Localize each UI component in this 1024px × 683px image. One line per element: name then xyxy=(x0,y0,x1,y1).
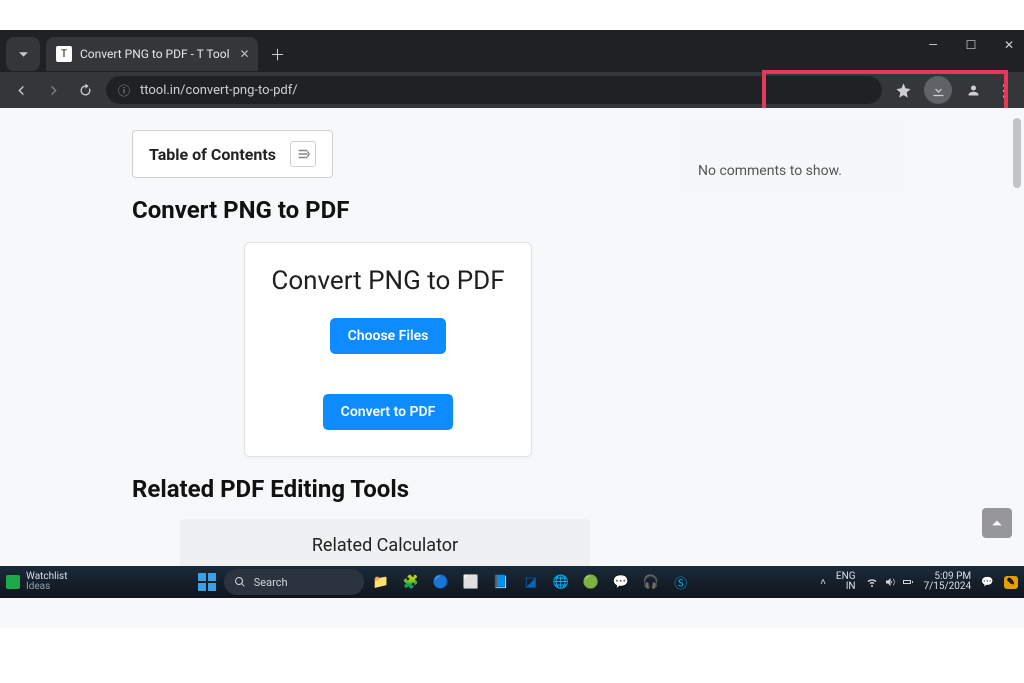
wifi-icon[interactable] xyxy=(866,576,878,588)
taskbar-app-6[interactable]: 🎧 xyxy=(638,569,664,595)
favicon-icon: T xyxy=(56,46,72,62)
tray-chevron-icon[interactable]: ˄ xyxy=(820,577,826,588)
window-close-icon[interactable]: ✕ xyxy=(1000,38,1018,52)
taskbar-app-1[interactable]: 📁 xyxy=(368,569,394,595)
taskbar-app-whatsapp[interactable]: 💬 xyxy=(608,569,634,595)
taskbar-app-2[interactable]: 🧩 xyxy=(398,569,424,595)
browser-titlebar: T Convert PNG to PDF - T Tool ✕ ＋ ― ☐ ✕ xyxy=(0,30,1024,72)
taskbar-app-5[interactable]: 🟢 xyxy=(578,569,604,595)
battery-icon[interactable] xyxy=(902,576,914,588)
window-maximize-icon[interactable]: ☐ xyxy=(962,38,980,52)
vertical-scrollbar[interactable] xyxy=(1012,112,1022,592)
nav-forward-button[interactable] xyxy=(42,79,64,101)
search-placeholder: Search xyxy=(254,576,288,589)
table-of-contents: Table of Contents xyxy=(132,130,333,178)
profile-button[interactable] xyxy=(962,79,984,101)
browser-navbar: ⓘ ttool.in/convert-png-to-pdf/ ⋮ xyxy=(0,72,1024,108)
related-subtitle: Related Calculator xyxy=(180,535,590,556)
address-bar[interactable]: ⓘ ttool.in/convert-png-to-pdf/ xyxy=(106,76,882,104)
window-minimize-icon[interactable]: ― xyxy=(924,38,942,52)
language-indicator[interactable]: ENG IN xyxy=(836,572,856,593)
toc-title: Table of Contents xyxy=(149,145,276,164)
card-title: Convert PNG to PDF xyxy=(263,265,513,298)
site-info-icon[interactable]: ⓘ xyxy=(118,82,130,99)
taskbar-app-chrome[interactable]: 🌐 xyxy=(548,569,574,595)
converter-card: Convert PNG to PDF Choose Files Convert … xyxy=(244,242,532,457)
tab-close-icon[interactable]: ✕ xyxy=(239,47,249,61)
new-tab-button[interactable]: ＋ xyxy=(264,40,292,68)
start-button[interactable] xyxy=(194,569,220,595)
page-viewport: Table of Contents Convert PNG to PDF Con… xyxy=(0,108,1024,598)
convert-to-pdf-button[interactable]: Convert to PDF xyxy=(323,394,454,430)
section-heading-convert: Convert PNG to PDF xyxy=(132,196,592,224)
section-heading-related: Related PDF Editing Tools xyxy=(132,475,592,503)
scrollbar-thumb[interactable] xyxy=(1013,118,1021,188)
browser-tab[interactable]: T Convert PNG to PDF - T Tool ✕ xyxy=(46,37,258,71)
volume-icon[interactable] xyxy=(884,576,896,588)
bookmark-star-icon[interactable] xyxy=(892,79,914,101)
nav-reload-button[interactable] xyxy=(74,79,96,101)
taskbar-app-3[interactable]: ⬜ xyxy=(458,569,484,595)
comments-sidebar: . No comments to show. xyxy=(678,118,910,197)
windows-taskbar: Watchlist Ideas Search 📁 🧩 🔵 ⬜ 📘 ◪ 🌐 🟢 💬… xyxy=(0,566,1024,598)
browser-menu-button[interactable]: ⋮ xyxy=(994,81,1014,100)
downloads-button[interactable] xyxy=(924,76,952,104)
tray-misc-icon[interactable]: ✎ xyxy=(1004,576,1018,589)
clock[interactable]: 5:09 PM 7/15/2024 xyxy=(924,572,972,593)
taskbar-app-4[interactable]: ◪ xyxy=(518,569,544,595)
url-text: ttool.in/convert-png-to-pdf/ xyxy=(140,83,298,98)
taskbar-app-edge[interactable]: 🔵 xyxy=(428,569,454,595)
notifications-icon[interactable]: 💬 xyxy=(981,577,993,588)
tab-title: Convert PNG to PDF - T Tool xyxy=(80,47,230,61)
taskbar-app-skype[interactable]: Ⓢ xyxy=(668,569,694,595)
toc-toggle-button[interactable] xyxy=(290,141,316,167)
no-comments-text: No comments to show. xyxy=(698,163,890,179)
tab-list-button[interactable] xyxy=(6,37,40,71)
nav-back-button[interactable] xyxy=(10,79,32,101)
taskbar-widget[interactable]: Watchlist Ideas xyxy=(6,572,67,592)
scroll-to-top-button[interactable] xyxy=(982,508,1012,538)
widget-sub: Ideas xyxy=(26,582,67,592)
taskbar-search[interactable]: Search xyxy=(224,569,364,595)
taskbar-app-word[interactable]: 📘 xyxy=(488,569,514,595)
widget-icon xyxy=(6,575,20,589)
choose-files-button[interactable]: Choose Files xyxy=(330,318,447,354)
